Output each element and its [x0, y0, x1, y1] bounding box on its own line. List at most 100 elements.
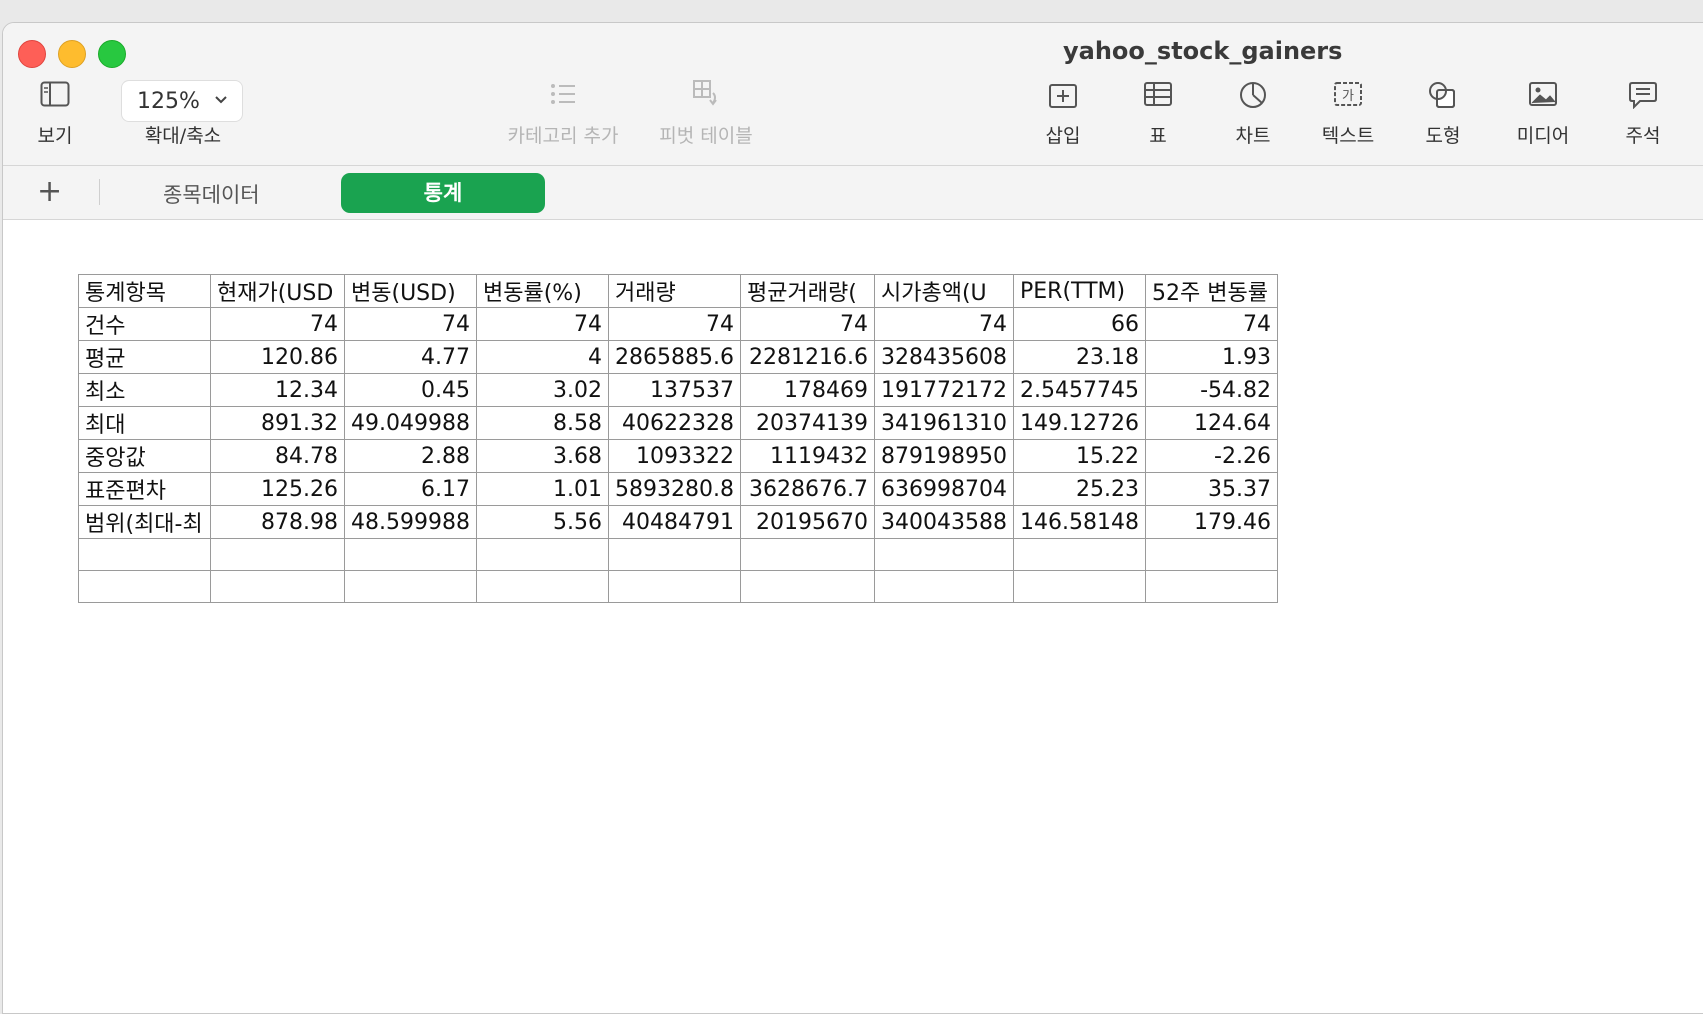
header-cell[interactable]: 거래량 — [608, 274, 741, 308]
table-cell[interactable] — [740, 570, 875, 603]
table-cell[interactable]: 2281216.6 — [740, 340, 875, 374]
table-cell[interactable]: 15.22 — [1012, 439, 1146, 473]
table-cell[interactable]: 340043588 — [874, 505, 1014, 539]
tab-statistics[interactable]: 통계 — [341, 173, 545, 213]
add-sheet-button[interactable]: + — [37, 177, 62, 207]
row-label-cell[interactable] — [78, 538, 211, 571]
table-cell[interactable]: 2.88 — [344, 439, 477, 473]
table-cell[interactable] — [1012, 570, 1146, 603]
table-cell[interactable]: 179.46 — [1144, 505, 1278, 539]
shape-button[interactable]: 도형 — [1413, 81, 1473, 151]
fullscreen-window-button[interactable] — [98, 40, 126, 68]
close-window-button[interactable] — [18, 40, 46, 68]
header-cell[interactable]: 현재가(USD — [210, 274, 345, 308]
table-cell[interactable]: 40622328 — [608, 406, 741, 440]
table-cell[interactable]: 636998704 — [874, 472, 1014, 506]
table-cell[interactable]: 40484791 — [608, 505, 741, 539]
table-cell[interactable]: 149.12726 — [1012, 406, 1146, 440]
table-cell[interactable]: 124.64 — [1144, 406, 1278, 440]
table-cell[interactable]: 66 — [1012, 307, 1146, 341]
header-cell[interactable]: 변동률(%) — [476, 274, 609, 308]
table-cell[interactable]: 74 — [210, 307, 345, 341]
table-cell[interactable] — [740, 538, 875, 571]
media-button[interactable]: 미디어 — [1503, 81, 1583, 151]
table-cell[interactable]: 20195670 — [740, 505, 875, 539]
table-cell[interactable]: -2.26 — [1144, 439, 1278, 473]
table-cell[interactable]: 1093322 — [608, 439, 741, 473]
table-cell[interactable] — [344, 570, 477, 603]
table-cell[interactable]: 879198950 — [874, 439, 1014, 473]
table-cell[interactable] — [344, 538, 477, 571]
comment-button[interactable]: 주석 — [1613, 81, 1673, 151]
table-cell[interactable]: 8.58 — [476, 406, 609, 440]
table-button[interactable]: 표 — [1133, 81, 1183, 151]
row-label-cell[interactable]: 표준편차 — [78, 472, 211, 506]
table-cell[interactable] — [1144, 538, 1278, 571]
table-cell[interactable]: 341961310 — [874, 406, 1014, 440]
table-cell[interactable]: 120.86 — [210, 340, 345, 374]
table-cell[interactable]: 6.17 — [344, 472, 477, 506]
table-cell[interactable]: 146.58148 — [1012, 505, 1146, 539]
table-cell[interactable] — [476, 570, 609, 603]
table-cell[interactable]: 2.5457745 — [1012, 373, 1146, 407]
table-cell[interactable]: 74 — [476, 307, 609, 341]
table-cell[interactable]: 137537 — [608, 373, 741, 407]
table-cell[interactable]: 20374139 — [740, 406, 875, 440]
table-cell[interactable]: 49.049988 — [344, 406, 477, 440]
table-cell[interactable]: 3628676.7 — [740, 472, 875, 506]
table-cell[interactable] — [608, 570, 741, 603]
table-cell[interactable] — [874, 538, 1014, 571]
table-cell[interactable]: 891.32 — [210, 406, 345, 440]
table-cell[interactable]: 0.45 — [344, 373, 477, 407]
text-button[interactable]: 가 텍스트 — [1313, 81, 1383, 151]
tab-stock-data[interactable]: 종목데이터 — [163, 179, 260, 209]
table-cell[interactable] — [210, 538, 345, 571]
header-cell[interactable]: PER(TTM) — [1012, 274, 1146, 308]
header-cell[interactable]: 52주 변동률 — [1144, 274, 1278, 308]
table-cell[interactable]: 1119432 — [740, 439, 875, 473]
table-cell[interactable]: 5.56 — [476, 505, 609, 539]
minimize-window-button[interactable] — [58, 40, 86, 68]
table-cell[interactable]: 4.77 — [344, 340, 477, 374]
table-cell[interactable]: 35.37 — [1144, 472, 1278, 506]
table-cell[interactable]: 74 — [1144, 307, 1278, 341]
table-cell[interactable]: 3.68 — [476, 439, 609, 473]
table-cell[interactable]: 4 — [476, 340, 609, 374]
table-cell[interactable]: 3.02 — [476, 373, 609, 407]
row-label-cell[interactable]: 최소 — [78, 373, 211, 407]
table-cell[interactable]: 878.98 — [210, 505, 345, 539]
table-cell[interactable]: 125.26 — [210, 472, 345, 506]
add-category-button[interactable]: 카테고리 추가 — [501, 81, 625, 151]
row-label-cell[interactable]: 건수 — [78, 307, 211, 341]
view-button[interactable]: 보기 — [25, 81, 85, 151]
row-label-cell[interactable]: 최대 — [78, 406, 211, 440]
table-cell[interactable]: 191772172 — [874, 373, 1014, 407]
table-cell[interactable]: 48.599988 — [344, 505, 477, 539]
row-label-cell[interactable]: 평균 — [78, 340, 211, 374]
table-cell[interactable] — [476, 538, 609, 571]
header-cell[interactable]: 통계항목 — [78, 274, 211, 308]
row-label-cell[interactable]: 범위(최대-최 — [78, 505, 211, 539]
table-cell[interactable]: 328435608 — [874, 340, 1014, 374]
table-cell[interactable]: 25.23 — [1012, 472, 1146, 506]
table-cell[interactable] — [608, 538, 741, 571]
table-cell[interactable] — [1144, 570, 1278, 603]
row-label-cell[interactable]: 중앙값 — [78, 439, 211, 473]
table-cell[interactable]: 74 — [874, 307, 1014, 341]
table-cell[interactable]: 74 — [608, 307, 741, 341]
table-cell[interactable] — [210, 570, 345, 603]
row-label-cell[interactable] — [78, 570, 211, 603]
header-cell[interactable]: 평균거래량( — [740, 274, 875, 308]
zoom-select[interactable]: 125% — [121, 80, 243, 122]
table-cell[interactable] — [1012, 538, 1146, 571]
table-cell[interactable]: 84.78 — [210, 439, 345, 473]
insert-button[interactable]: 삽입 — [1033, 81, 1093, 151]
table-cell[interactable]: 2865885.6 — [608, 340, 741, 374]
table-cell[interactable]: 74 — [344, 307, 477, 341]
table-cell[interactable]: 12.34 — [210, 373, 345, 407]
header-cell[interactable]: 변동(USD) — [344, 274, 477, 308]
header-cell[interactable]: 시가총액(U — [874, 274, 1014, 308]
pivot-table-button[interactable]: 피벗 테이블 — [651, 79, 761, 151]
table-cell[interactable]: -54.82 — [1144, 373, 1278, 407]
table-cell[interactable]: 178469 — [740, 373, 875, 407]
